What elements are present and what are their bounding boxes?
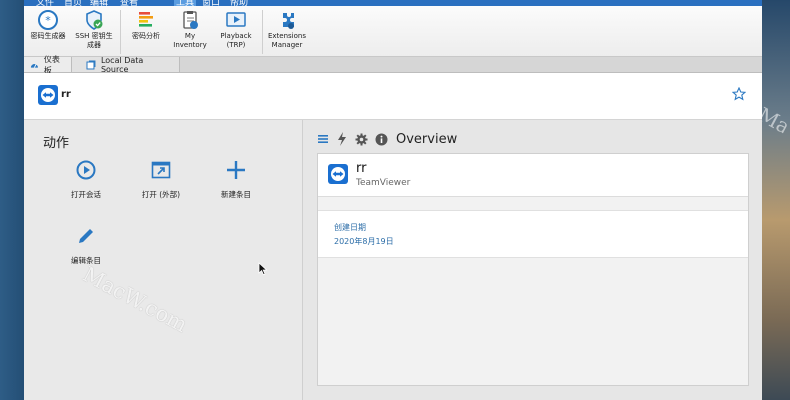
created-date-label: 创建日期 [334,223,366,232]
edit-entry-action[interactable]: 编辑条目 [54,226,118,266]
overview-created-date-section: 创建日期 2020年8月19日 [318,210,748,258]
password-analyzer-button[interactable]: 密码分析 [124,9,168,55]
play-icon [76,160,96,180]
extensions-icon [283,13,294,29]
ssh-key-generator-button[interactable]: SSH 密钥生 成器 [70,9,118,55]
plus-icon [227,161,245,179]
open-session-label: 打开会话 [71,190,101,199]
playback-trp-label-1: Playback [220,32,252,40]
document-tab-bar: 仪表板 Local Data Source [24,55,762,75]
playback-trp-button[interactable]: Playback (TRP) [214,9,258,55]
password-generator-button[interactable]: * 密码生成器 [26,9,70,55]
my-inventory-label-1: My [184,32,196,40]
lightning-icon[interactable] [336,132,348,146]
app-window: 文件 首页 编辑 查看 工具 窗口 帮助 * 密码生成器 SSH 密钥生 成器 [24,0,762,400]
open-external-label: 打开 (外部) [141,190,181,199]
svg-text:*: * [45,14,51,27]
tab-dashboard[interactable]: 仪表板 [24,55,72,75]
password-analyzer-label: 密码分析 [132,32,160,40]
list-icon[interactable] [317,133,329,145]
overview-title: Overview [396,131,458,147]
edit-entry-label: 编辑条目 [71,256,101,265]
password-analyzer-icon [139,12,153,27]
actions-title: 动作 [43,136,70,151]
teamviewer-icon [328,164,348,184]
new-entry-label: 新建条目 [221,190,251,199]
actions-panel: 动作 打开会话 打开 (外部) 新建条目 编辑条目 [24,120,303,400]
overview-entry-name: rr [356,161,367,176]
my-inventory-button[interactable]: My Inventory [170,9,210,55]
inventory-icon [183,11,198,29]
overview-toolbar: Overview [317,130,457,148]
password-generator-icon: * [38,10,58,30]
dashboard-icon [30,63,38,68]
extensions-manager-label-2: Manager [271,41,303,49]
data-source-icon [86,60,96,69]
new-entry-action[interactable]: 新建条目 [204,160,268,200]
ssh-key-generator-label-1: SSH 密钥生 [75,32,113,40]
my-inventory-label-2: Inventory [173,41,207,49]
external-open-icon [151,161,171,179]
ribbon-separator [120,10,121,54]
playback-icon [226,12,246,27]
info-icon[interactable] [375,133,388,146]
ribbon-separator [262,10,263,54]
tab-local-data-source-label: Local Data Source [100,55,144,74]
overview-card: rr TeamViewer 创建日期 2020年8月19日 [317,153,749,386]
gear-icon[interactable] [355,133,368,146]
mouse-cursor-icon [258,262,268,276]
tab-local-data-source[interactable]: Local Data Source [72,55,180,74]
playback-trp-label-2: (TRP) [226,41,246,49]
password-generator-label: 密码生成器 [30,32,66,40]
ssh-key-generator-label-2: 成器 [87,41,101,49]
entry-title: rr [61,89,71,100]
extensions-manager-button[interactable]: Extensions Manager [266,9,308,55]
extensions-manager-label-1: Extensions [267,32,306,40]
overview-panel: Overview rr TeamViewer 创建日期 2020年8月19日 [303,120,762,400]
open-session-action[interactable]: 打开会话 [54,160,118,200]
pencil-icon [79,229,93,243]
ssh-key-generator-icon [86,10,103,30]
entry-header: rr [24,73,762,120]
overview-entry-type: TeamViewer [356,178,411,188]
overview-entry-summary: rr TeamViewer [318,154,748,197]
ribbon-toolbar: * 密码生成器 SSH 密钥生 成器 密码分析 My Inventory Pla… [24,6,762,57]
favorite-star-icon[interactable] [732,87,746,101]
created-date-value: 2020年8月19日 [334,237,394,246]
open-external-action[interactable]: 打开 (外部) [129,160,193,200]
teamviewer-icon [38,85,58,105]
